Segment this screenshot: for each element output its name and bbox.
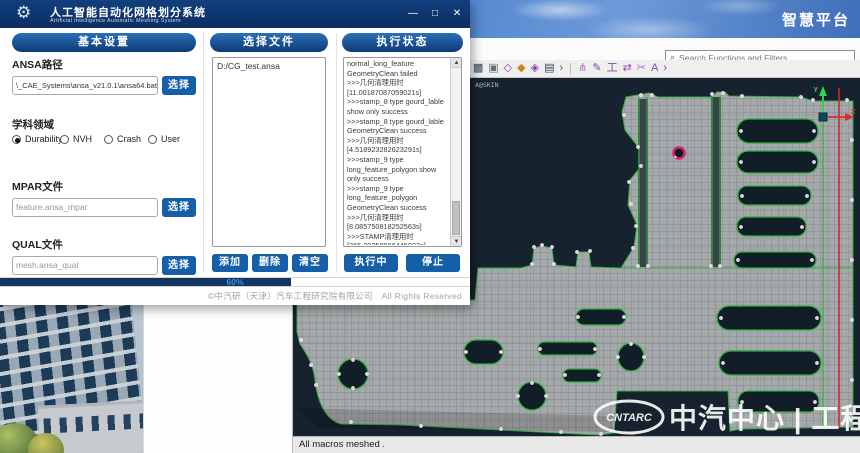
page-background-panel (143, 305, 292, 453)
dialog-titlebar[interactable]: ⚙ 人工智能自动化网格划分系统 Artificial Intelligence … (0, 0, 470, 28)
add-button[interactable]: 添加 (212, 254, 248, 272)
qual-label: QUAL文件 (12, 237, 63, 252)
file-list[interactable]: D:/CG_test.ansa (212, 57, 326, 247)
column-divider (336, 33, 337, 273)
more-chevron-icon[interactable]: › (559, 63, 563, 74)
column-divider (203, 33, 204, 273)
clamp-icon[interactable]: 工 (607, 63, 618, 74)
discipline-label: 学科领域 (12, 117, 54, 132)
copyright: ©中汽研（天津）汽车工程研究院有限公司 All Rights Reserved (0, 287, 470, 305)
y-axis-label: Y (813, 87, 818, 94)
watermark-logo: CNTARC (606, 412, 653, 424)
section-header-status: 执行状态 (342, 33, 463, 52)
film-grid-icon[interactable]: ▩ (473, 63, 483, 74)
compass-icon[interactable]: ◇ (504, 63, 512, 74)
section-header-basic: 基本设置 (12, 33, 196, 52)
radio-dot[interactable] (60, 135, 69, 144)
ansa-path-label: ANSA路径 (12, 57, 63, 72)
radio-label: NVH (73, 134, 92, 144)
screen: 智慧平台 ⌕ ▥☑✎›⚙⊕›↶▾↷▾▦▩▣◇◆◈▤›⋔✎工⇄✂A› (0, 0, 860, 453)
mpar-input[interactable]: feature.ansa_mpar (12, 198, 158, 217)
clear-button[interactable]: 清空 (292, 254, 328, 272)
radio-user[interactable]: User (148, 134, 180, 144)
qual-input[interactable]: mesh.ansa_qual (12, 256, 158, 275)
execution-log[interactable]: normal_long_feature GeometryClean failed… (343, 57, 462, 247)
progress-bar: 60% (0, 277, 470, 287)
radio-crash[interactable]: Crash (104, 134, 141, 144)
mpar-select-button[interactable]: 选择 (162, 198, 196, 217)
wrench-icon[interactable]: ⋔ (578, 63, 587, 74)
bell-icon[interactable]: ◆ (517, 63, 525, 74)
log-scrollbar[interactable]: ▲ ▼ (450, 58, 461, 246)
radio-label: Durability (25, 134, 63, 144)
more-chevron-icon[interactable]: › (663, 63, 667, 74)
radio-durability[interactable]: Durability (12, 134, 63, 144)
delete-button[interactable]: 删除 (252, 254, 288, 272)
minimize-button[interactable]: — (406, 7, 420, 21)
viewport-mode-label: A@SKIN (475, 81, 499, 89)
probe-icon[interactable]: A (651, 63, 658, 74)
radio-dot[interactable] (12, 135, 21, 144)
ansa-path-input[interactable]: \_CAE_Systems\ansa_v21.0.1\ansa64.bat (12, 76, 158, 95)
selected-node-marker (674, 148, 685, 159)
toolbar-separator (570, 63, 571, 75)
ai-meshing-dialog: ⚙ 人工智能自动化网格划分系统 Artificial Intelligence … (0, 0, 470, 305)
trash-icon[interactable]: ▣ (488, 63, 498, 74)
running-button[interactable]: 执行中 (344, 254, 398, 272)
file-list-item[interactable]: D:/CG_test.ansa (217, 61, 321, 71)
swap-arrows-icon[interactable]: ⇄ (623, 63, 632, 74)
radio-dot[interactable] (104, 135, 113, 144)
move-arrows-icon[interactable]: ◈ (531, 63, 539, 74)
maximize-button[interactable]: □ (428, 7, 442, 21)
mpar-label: MPAR文件 (12, 179, 63, 194)
app-logo-icon: ⚙ (16, 3, 40, 25)
qual-select-button[interactable]: 选择 (162, 256, 196, 275)
section-header-files: 选择文件 (210, 33, 328, 52)
progress-label: 60% (0, 278, 470, 287)
radio-nvh[interactable]: NVH (60, 134, 92, 144)
platform-title: 智慧平台 (782, 9, 850, 30)
close-button[interactable]: ✕ (450, 7, 464, 21)
ansa-path-select-button[interactable]: 选择 (162, 76, 196, 95)
radio-label: Crash (117, 134, 141, 144)
note-edit-icon[interactable]: ✎ (592, 63, 601, 74)
radio-dot[interactable] (148, 135, 157, 144)
ansa-status-bar: All macros meshed . (293, 436, 860, 453)
cutter-icon[interactable]: ✂ (637, 63, 646, 74)
scroll-up-icon[interactable]: ▲ (451, 58, 462, 68)
radio-label: User (161, 134, 180, 144)
stop-button[interactable]: 停止 (406, 254, 460, 272)
watermark-text: 中汽中心 | 工程院 (669, 402, 860, 434)
scroll-thumb[interactable] (452, 201, 460, 235)
building-photo (0, 305, 143, 453)
scroll-down-icon[interactable]: ▼ (451, 236, 462, 246)
log-text: normal_long_feature GeometryClean failed… (347, 59, 448, 245)
discipline-radio-group: Durability NVH Crash User (12, 134, 197, 148)
panel-list-icon[interactable]: ▤ (544, 63, 554, 74)
x-axis-label: X (851, 109, 856, 116)
dialog-subtitle: Artificial Intelligence Automatic Meshin… (50, 18, 181, 24)
